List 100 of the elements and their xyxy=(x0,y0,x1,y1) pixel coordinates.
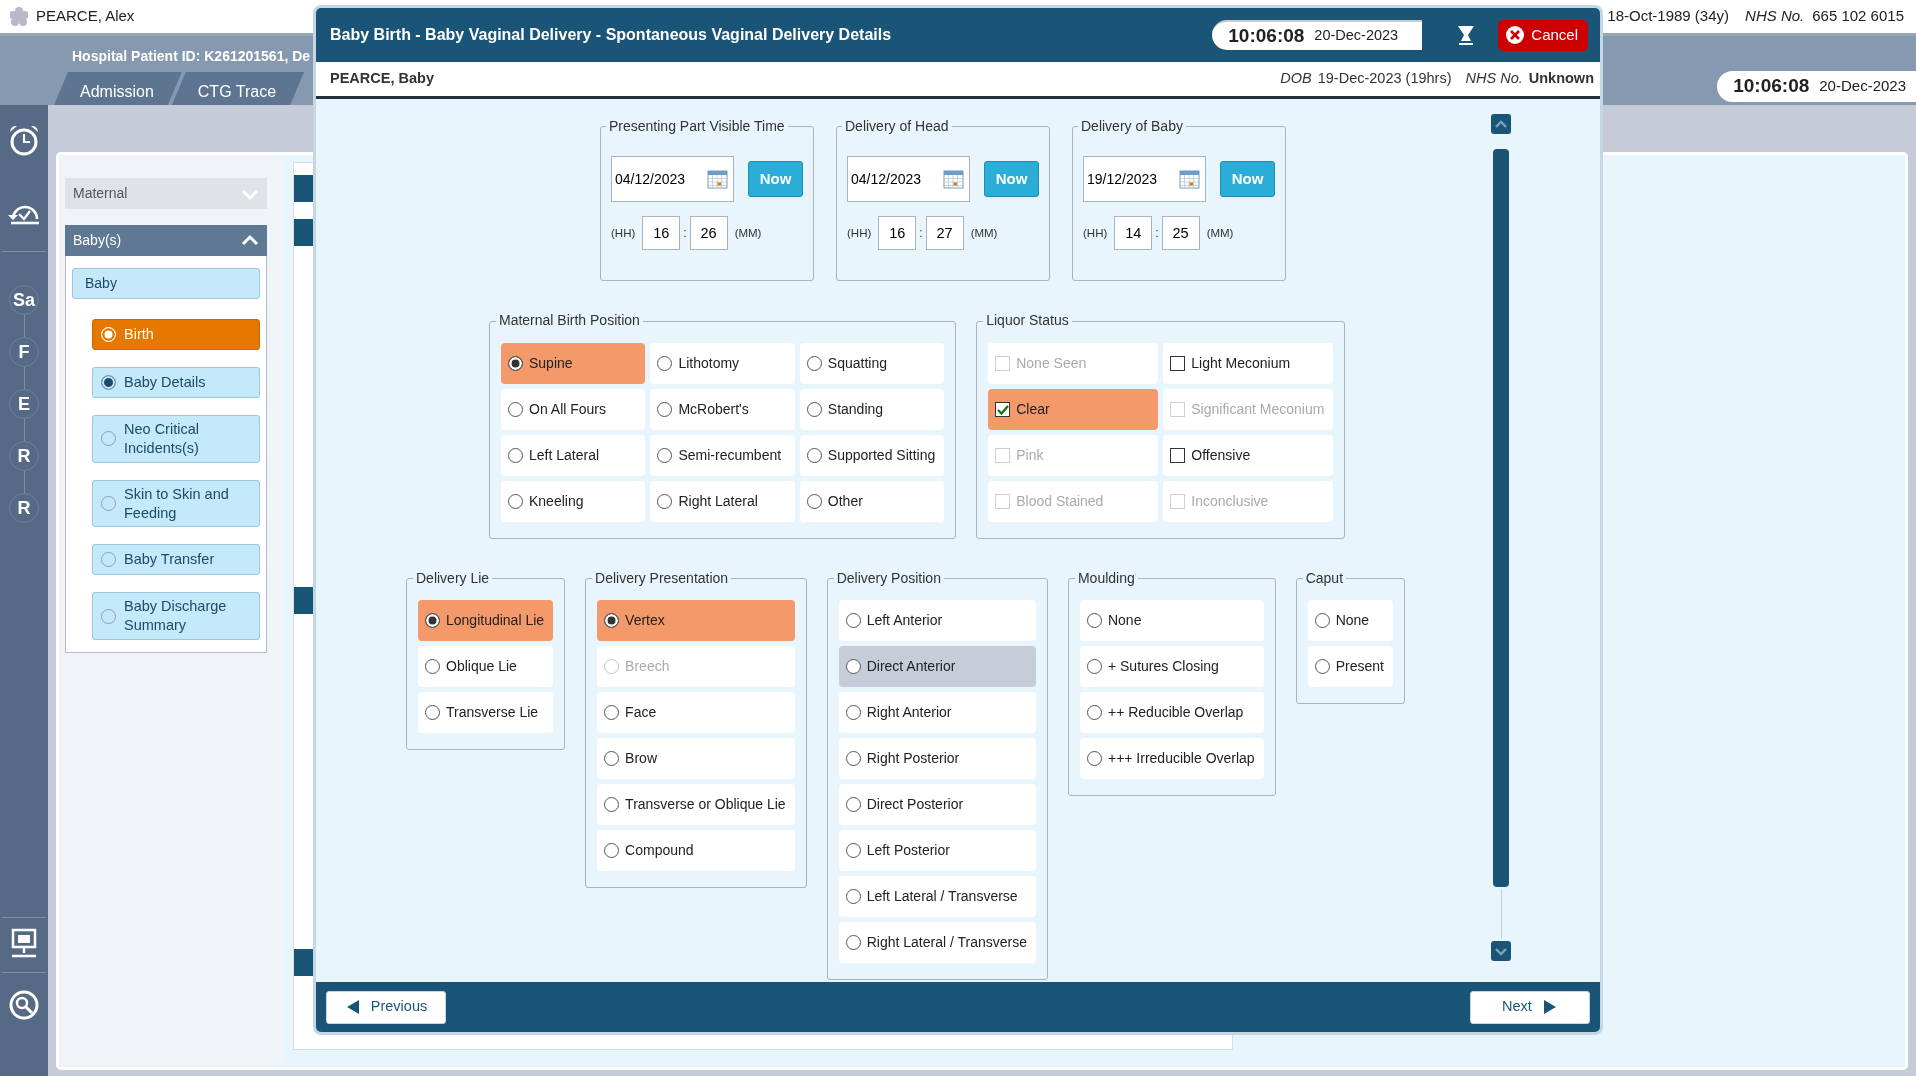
previous-button[interactable]: Previous xyxy=(326,990,446,1024)
nav-item[interactable]: Baby Transfer xyxy=(92,544,260,576)
minute-field[interactable]: 25 xyxy=(1161,216,1200,251)
date-field[interactable]: 19/12/2023 xyxy=(1083,156,1206,203)
hour-label: (HH) xyxy=(847,225,872,241)
scroll-up-button[interactable] xyxy=(1491,114,1511,134)
group-label: Liquor Status xyxy=(985,313,1070,329)
nav-item[interactable]: Neo Critical Incidents(s) xyxy=(92,415,260,463)
radio-option[interactable]: Right Anterior xyxy=(838,692,1036,734)
nhs-number: Unknown xyxy=(1528,69,1594,89)
nav-item[interactable]: Skin to Skin and Feeding xyxy=(92,479,260,528)
cancel-button[interactable]: Cancel xyxy=(1498,19,1588,51)
calendar-icon[interactable] xyxy=(1179,169,1200,190)
clock-date: 20-Dec-2023 xyxy=(1819,76,1906,97)
nav-item[interactable]: Baby Discharge Summary xyxy=(92,592,260,641)
radio-option[interactable]: Brow xyxy=(597,738,795,780)
patient-name: PEARCE, Alex xyxy=(36,6,135,27)
radio-option[interactable]: Lithotomy xyxy=(650,342,795,384)
group-label: Delivery of Head xyxy=(844,119,950,135)
hour-field[interactable]: 16 xyxy=(878,216,917,251)
nav-item[interactable]: Baby Details xyxy=(92,367,260,398)
minute-label: (MM) xyxy=(1206,225,1234,241)
group-label: Delivery of Baby xyxy=(1080,119,1184,135)
minute-label: (MM) xyxy=(970,225,998,241)
checkbox-option[interactable]: Offensive xyxy=(1163,434,1334,476)
clock-date: 20-Dec-2023 xyxy=(1314,26,1399,46)
calendar-icon[interactable] xyxy=(943,169,964,190)
minute-field[interactable]: 26 xyxy=(689,216,728,251)
tab[interactable]: CTG Trace xyxy=(171,72,305,105)
radio-option[interactable]: Compound xyxy=(597,830,795,872)
chevron-up-icon xyxy=(1493,118,1509,130)
radio-option[interactable]: Face xyxy=(597,692,795,734)
radio-option[interactable]: None xyxy=(1079,600,1264,642)
group-label: Presenting Part Visible Time xyxy=(608,119,786,135)
date-of-birth: 18-Oct-1989 (34y) xyxy=(1607,6,1730,27)
section-dropdown[interactable]: Maternal xyxy=(65,178,267,209)
radio-option[interactable]: Supine xyxy=(501,342,646,384)
minute-field[interactable]: 27 xyxy=(925,216,964,251)
radio-option[interactable]: On All Fours xyxy=(501,388,646,430)
monitor-icon xyxy=(9,928,39,958)
group-label: Delivery Presentation xyxy=(594,570,730,587)
radio-option[interactable]: Vertex xyxy=(597,600,795,642)
list-item[interactable]: Baby xyxy=(72,268,260,299)
radio-option[interactable]: Left Lateral xyxy=(501,434,646,476)
checkbox-option[interactable]: Light Meconium xyxy=(1163,342,1334,384)
next-button[interactable]: Next xyxy=(1470,990,1590,1024)
date-field[interactable]: 04/12/2023 xyxy=(847,156,970,203)
nhs-label: NHS No. xyxy=(1465,69,1523,89)
dob-label: DOB xyxy=(1280,69,1312,89)
hour-field[interactable]: 16 xyxy=(642,216,681,251)
radio-option[interactable]: Direct Anterior xyxy=(838,646,1036,688)
scroll-down-button[interactable] xyxy=(1491,941,1511,961)
radio-option[interactable]: Standing xyxy=(799,388,945,430)
radio-option[interactable]: Oblique Lie xyxy=(418,646,554,688)
radio-option[interactable]: Supported Sitting xyxy=(799,434,945,476)
radio-option[interactable]: Other xyxy=(799,480,945,522)
search-icon[interactable] xyxy=(8,989,40,1021)
hour-field[interactable]: 14 xyxy=(1114,216,1153,251)
nhs-number: 665 102 6015 xyxy=(1812,6,1904,27)
radio-option[interactable]: + Sutures Closing xyxy=(1079,646,1264,688)
funnel-icon[interactable] xyxy=(1456,24,1477,46)
radio-option[interactable]: Transverse or Oblique Lie xyxy=(597,784,795,826)
hour-label: (HH) xyxy=(611,225,636,241)
patient-name: PEARCE, Baby xyxy=(330,69,435,89)
alarm-clock-icon xyxy=(7,123,41,157)
group-label: Maternal Birth Position xyxy=(498,313,641,329)
radio-option[interactable]: Semi-recumbent xyxy=(650,434,795,476)
radio-option[interactable]: Kneeling xyxy=(501,480,646,522)
radio-option[interactable]: Squatting xyxy=(799,342,945,384)
chevron-icon xyxy=(241,233,259,248)
calendar-icon[interactable] xyxy=(707,169,728,190)
group-label: Delivery Position xyxy=(835,570,942,587)
radio-option[interactable]: Right Lateral / Transverse xyxy=(838,922,1036,964)
section-header[interactable]: Baby(s) xyxy=(65,225,267,256)
group-label: Moulding xyxy=(1076,570,1136,587)
radio-option[interactable]: Left Anterior xyxy=(838,600,1036,642)
radio-option[interactable]: None xyxy=(1307,600,1393,642)
group-label: Delivery Lie xyxy=(415,570,491,587)
radio-option[interactable]: Direct Posterior xyxy=(838,784,1036,826)
time-separator: : xyxy=(1155,225,1159,243)
time-separator: : xyxy=(683,225,687,243)
scrollbar-thumb[interactable] xyxy=(1493,149,1509,887)
chevron-down-icon xyxy=(1493,945,1509,957)
checkbox-option[interactable]: Clear xyxy=(988,388,1159,430)
dialog-title: Baby Birth - Baby Vaginal Delivery - Spontaneous Vaginal Delivery Details xyxy=(330,25,893,45)
radio-option[interactable]: Transverse Lie xyxy=(418,692,554,734)
radio-option[interactable]: McRobert's xyxy=(650,388,795,430)
radio-option[interactable]: ++ Reducible Overlap xyxy=(1079,692,1264,734)
clock-time: 10:06:08 xyxy=(1733,74,1810,99)
hour-label: (HH) xyxy=(1083,225,1108,241)
tab[interactable]: Admission xyxy=(54,72,182,105)
radio-option[interactable]: Right Lateral xyxy=(650,480,795,522)
radio-option[interactable]: +++ Irreducible Overlap xyxy=(1079,738,1264,780)
date-field[interactable]: 04/12/2023 xyxy=(611,156,734,203)
radio-option[interactable]: Left Lateral / Transverse xyxy=(838,876,1036,918)
radio-option[interactable]: Present xyxy=(1307,646,1393,688)
radio-option[interactable]: Right Posterior xyxy=(838,738,1036,780)
radio-option[interactable]: Longitudinal Lie xyxy=(418,600,554,642)
radio-option[interactable]: Left Posterior xyxy=(838,830,1036,872)
group-label: Caput xyxy=(1304,570,1344,587)
